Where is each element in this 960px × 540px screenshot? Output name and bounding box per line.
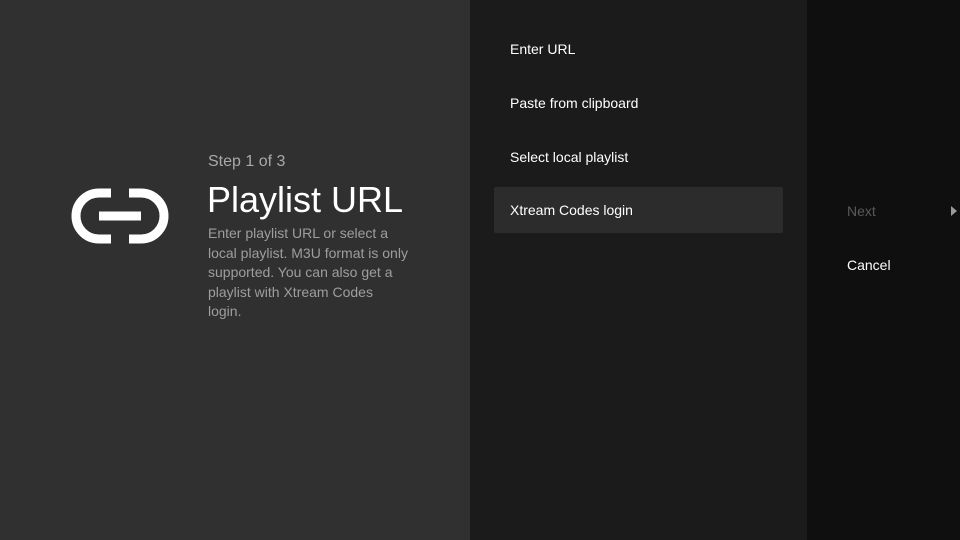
next-button-label: Next [847, 203, 876, 219]
step-breadcrumb: Step 1 of 3 [208, 153, 286, 170]
actions-panel: Enter URL Paste from clipboard Select lo… [470, 0, 807, 540]
xtream-codes-login-action[interactable]: Xtream Codes login [494, 187, 783, 233]
step-description: Enter playlist URL or select a local pla… [208, 225, 408, 319]
guided-step-screen: Step 1 of 3 Playlist URL Enter playlist … [0, 0, 960, 540]
guidance-text: Step 1 of 3 Playlist URL Enter playlist … [207, 152, 408, 322]
guidance-panel: Step 1 of 3 Playlist URL Enter playlist … [0, 0, 470, 540]
buttons-panel: Next Cancel [807, 0, 960, 540]
page-title: Playlist URL [207, 179, 404, 220]
link-icon [66, 184, 174, 248]
arrow-right-icon [951, 206, 957, 216]
next-button[interactable]: Next [847, 191, 957, 231]
paste-from-clipboard-action[interactable]: Paste from clipboard [494, 80, 783, 126]
cancel-button[interactable]: Cancel [847, 245, 947, 285]
enter-url-action[interactable]: Enter URL [494, 26, 783, 72]
select-local-playlist-action[interactable]: Select local playlist [494, 134, 783, 180]
